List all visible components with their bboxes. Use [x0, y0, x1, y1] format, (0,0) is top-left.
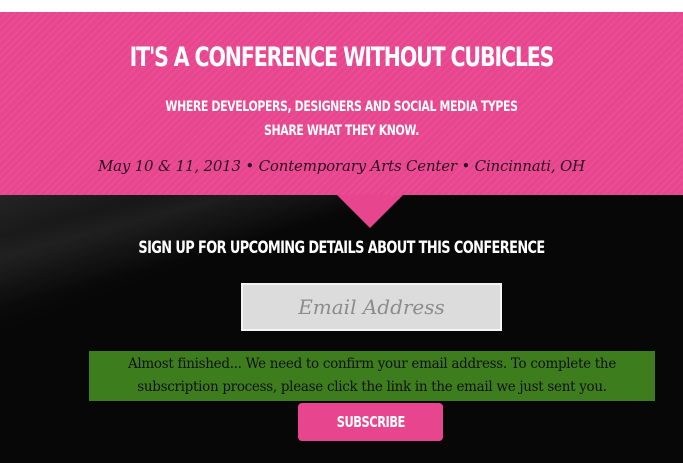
subscribe-button[interactable]: SUBSCRIBE: [298, 403, 443, 441]
hero-banner: IT'S A CONFERENCE WITHOUT CUBICLES WHERE…: [0, 12, 683, 195]
top-strip: [0, 0, 683, 12]
email-input[interactable]: [241, 283, 502, 331]
event-details: May 10 & 11, 2013 • Contemporary Arts Ce…: [97, 157, 586, 175]
hero-title: IT'S A CONFERENCE WITHOUT CUBICLES: [129, 42, 555, 73]
signup-heading: SIGN UP FOR UPCOMING DETAILS ABOUT THIS …: [138, 238, 545, 258]
hero-pointer-arrow: [337, 195, 403, 228]
subscribe-button-label: SUBSCRIBE: [336, 413, 405, 431]
hero-subtitle-line-2: SHARE WHAT THEY KNOW.: [264, 123, 419, 139]
confirmation-message: Almost finished... We need to confirm yo…: [89, 351, 655, 401]
hero-subtitle-line-1: WHERE DEVELOPERS, DESIGNERS AND SOCIAL M…: [165, 99, 518, 115]
hero-subtitle: WHERE DEVELOPERS, DESIGNERS AND SOCIAL M…: [75, 95, 608, 143]
